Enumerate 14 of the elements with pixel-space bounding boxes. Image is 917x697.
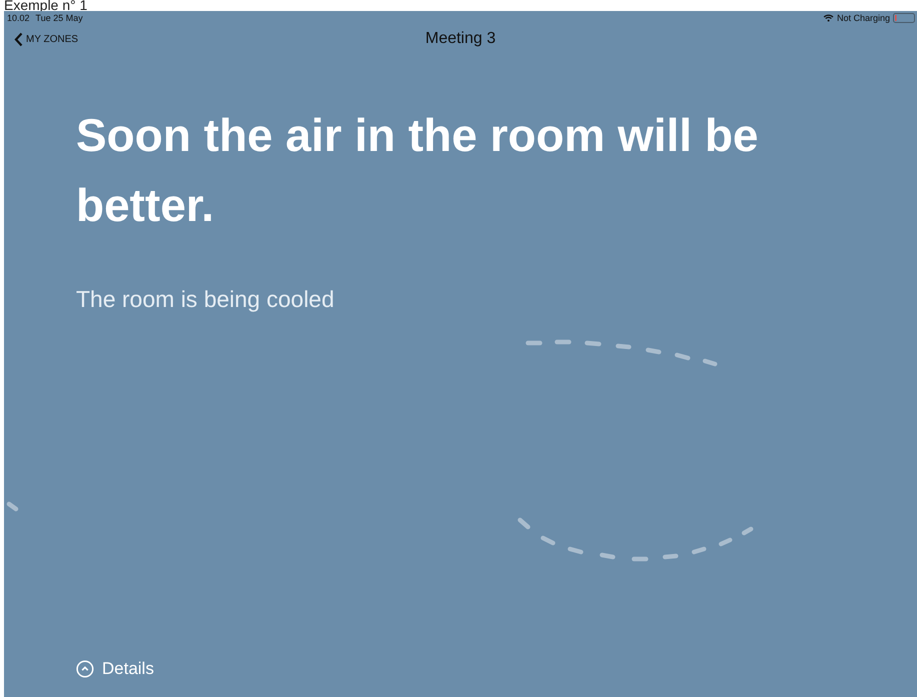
status-text: The room is being cooled [76, 286, 336, 313]
status-time: 10.02 [7, 12, 30, 22]
charging-status: Not Charging [836, 12, 890, 22]
screen-title: Meeting 3 [424, 30, 497, 48]
status-date: Tue 25 May [36, 12, 83, 22]
details-button[interactable]: Details [76, 659, 154, 679]
caption-text: Exemple n° 1 [3, 0, 88, 11]
back-button[interactable]: MY ZONES [14, 32, 78, 46]
battery-icon [893, 12, 915, 22]
chevron-up-circle-icon [76, 660, 94, 678]
wifi-icon [822, 14, 834, 22]
dashed-arc-drawing [6, 502, 18, 512]
headline: Soon the air in the room will be better. [76, 108, 760, 233]
chevron-left-icon [14, 32, 23, 46]
